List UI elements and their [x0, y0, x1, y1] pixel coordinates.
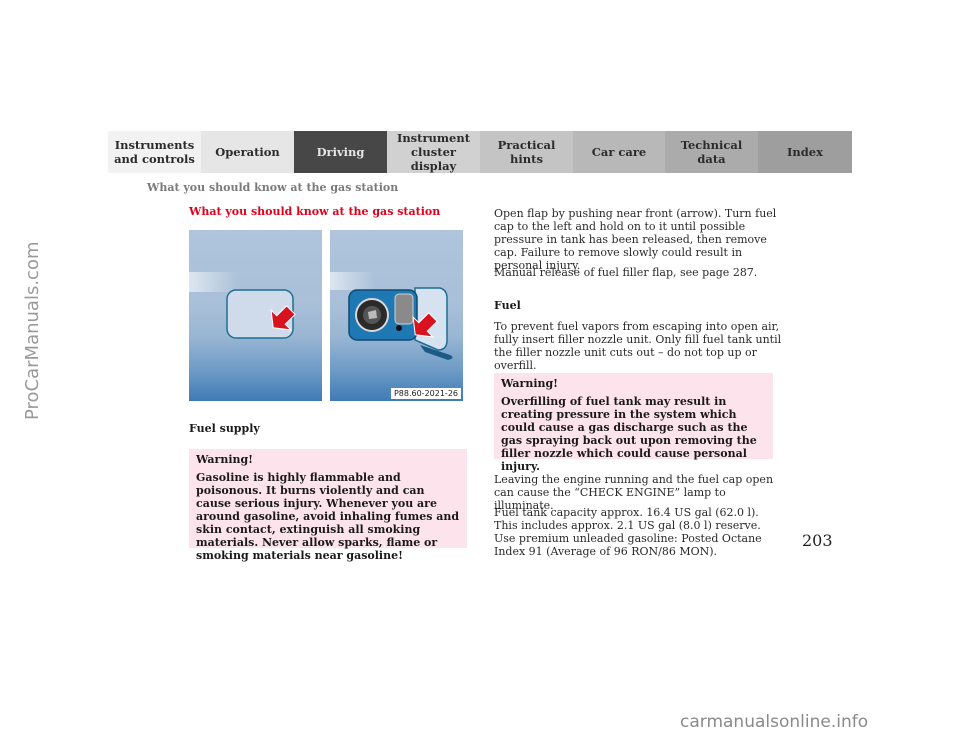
- tab-instruments-and-controls[interactable]: Instruments and controls: [108, 131, 201, 173]
- tab-technical-data[interactable]: Technical data: [665, 131, 758, 173]
- figure-code: P88.60-2021-26: [390, 388, 461, 399]
- paragraph-open-flap: Open flap by pushing near front (arrow).…: [494, 207, 777, 272]
- section-title: What you should know at the gas station: [189, 205, 441, 218]
- reflection-glare: [189, 272, 239, 292]
- page-number: 203: [802, 531, 833, 550]
- paragraph-tank-capacity: Fuel tank capacity approx. 16.4 US gal (…: [494, 506, 784, 558]
- fuel-flap-open-illustration: [330, 272, 453, 360]
- fuel-cap: [394, 293, 414, 325]
- warning-body: Overfilling of fuel tank may result in c…: [501, 395, 757, 473]
- fuel-flap-closed-illustration: [189, 272, 296, 339]
- figure-caption: Fuel supply: [189, 422, 260, 435]
- tab-operation[interactable]: Operation: [201, 131, 294, 173]
- figure-fuel-flap-closed: [189, 230, 322, 401]
- running-head: What you should know at the gas station: [147, 181, 399, 194]
- reserve-and-octane: This includes approx. 2.1 US gal (8.0 l)…: [494, 519, 762, 558]
- watermark-bottom: carmanualsonline.info: [680, 712, 869, 732]
- warning-title: Warning!: [501, 377, 559, 390]
- warning-title: Warning!: [196, 453, 254, 466]
- warning-box-gasoline: Warning! Gasoline is highly flammable an…: [189, 449, 467, 562]
- paragraph-fuel-vapors: To prevent fuel vapors from escaping int…: [494, 320, 782, 372]
- tab-index[interactable]: Index: [758, 131, 852, 173]
- reflection-glare: [330, 272, 375, 290]
- tab-car-care[interactable]: Car care: [573, 131, 665, 173]
- figure-fuel-flap-open: P88.60-2021-26: [330, 230, 463, 401]
- warning-box-overfilling: Warning! Overfilling of fuel tank may re…: [494, 373, 773, 473]
- tab-driving[interactable]: Driving: [294, 131, 387, 173]
- tab-instrument-cluster-display[interactable]: Instrument cluster display: [387, 131, 480, 173]
- tab-practical-hints[interactable]: Practical hints: [480, 131, 573, 173]
- tank-capacity-line: Fuel tank capacity approx. 16.4 US gal (…: [494, 506, 759, 519]
- warning-body: Gasoline is highly flammable and poisono…: [196, 471, 460, 562]
- release-hole: [396, 325, 402, 331]
- watermark-side: ProCarManuals.com: [22, 241, 43, 420]
- chapter-nav: Instruments and controls Operation Drivi…: [108, 131, 852, 173]
- paragraph-manual-release: Manual release of fuel filler flap, see …: [494, 266, 758, 279]
- heading-fuel: Fuel: [494, 299, 521, 312]
